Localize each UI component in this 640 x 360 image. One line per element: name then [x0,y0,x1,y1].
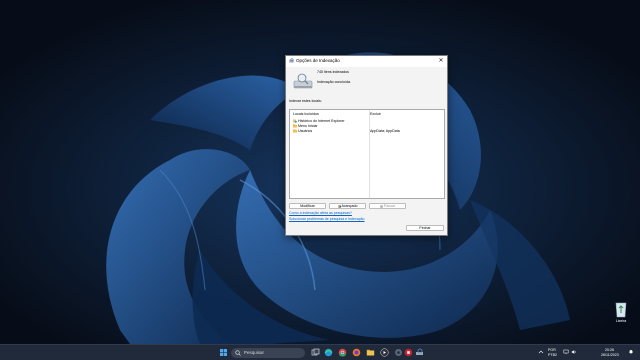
folder-icon [293,129,297,133]
clock-date[interactable]: 26/11/2023 [601,353,619,357]
language-indicator[interactable]: POR [548,348,556,352]
chrome-icon[interactable] [338,348,347,357]
close-icon[interactable]: ✕ [437,57,445,65]
advanced-button-label: Avançado [341,204,358,208]
indexing-drive-icon [293,73,313,89]
keyboard-layout-indicator[interactable]: PTB2 [548,353,557,357]
search-icon [235,350,241,356]
folder-icon [293,124,297,128]
media-player-icon[interactable] [380,348,389,357]
indexing-options-icon [289,58,294,63]
search-placeholder: Pesquisar [244,350,265,355]
uac-shield-icon [337,204,341,208]
location-name: Menu Iniciar [298,124,318,128]
edge-icon[interactable] [324,348,333,357]
items-indexed-count: 745 itens indexados [317,70,349,74]
close-button[interactable]: Fechar [406,225,444,231]
list-item[interactable]: Usuários AppData; AppData [290,129,444,134]
recycle-bin-icon [615,302,627,318]
modify-button[interactable]: Modificar [289,203,326,209]
indexing-options-icon[interactable] [415,348,424,357]
file-explorer-icon[interactable] [366,348,375,357]
dialog-title: Opções de Indexação [296,58,340,63]
troubleshoot-link[interactable]: Solucionar problemas de pesquisa e index… [289,217,365,221]
taskbar: Pesquisar POR PTB2 20:26 26/11/2023 [0,344,640,360]
pause-button[interactable]: Pausar [369,203,406,209]
clock-time[interactable]: 20:26 [605,348,614,352]
locations-list[interactable]: Locais Incluídos Excluir Histórico do In… [289,109,445,199]
uac-shield-icon [379,204,383,208]
indexing-options-dialog: Opções de Indexação ✕ 745 itens indexado… [285,55,448,236]
vpn-icon[interactable] [404,348,413,357]
pause-button-label: Pausar [383,204,396,208]
ie-history-icon [293,119,297,123]
search-input[interactable]: Pesquisar [231,348,305,358]
volume-icon[interactable] [571,349,577,355]
index-locations-label: Indexar estes locais: [289,99,322,103]
advanced-button[interactable]: Avançado [329,203,366,209]
location-name: Usuários [298,129,313,133]
column-header-included[interactable]: Locais Incluídos [293,112,319,116]
how-indexing-affects-link[interactable]: Como a indexação afeta as pesquisas? [289,211,352,215]
chevron-up-icon[interactable] [538,349,544,355]
title-bar[interactable]: Opções de Indexação ✕ [286,56,447,67]
recycle-bin-label: Lixeira [615,319,627,323]
notification-icon[interactable] [628,349,634,355]
network-icon[interactable] [563,349,569,355]
column-header-exclude[interactable]: Excluir [370,112,381,116]
recycle-bin[interactable]: Lixeira [610,300,632,326]
indexing-status: Indexação concluída. [317,80,351,84]
settings-icon[interactable] [394,348,403,357]
start-icon[interactable] [219,348,228,357]
location-name: Histórico do Internet Explorer [298,119,345,123]
location-exclude: AppData; AppData [370,129,400,133]
task-view-icon[interactable] [311,348,320,357]
firefox-icon[interactable] [352,348,361,357]
